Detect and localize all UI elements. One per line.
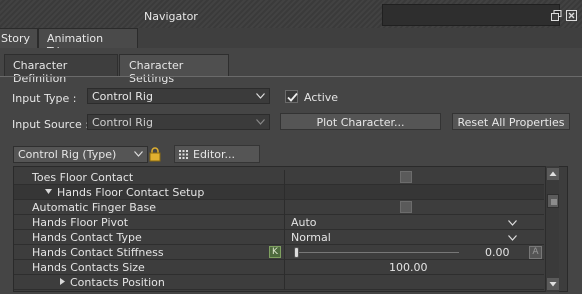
automatic-finger-base-checkbox[interactable] — [400, 201, 412, 213]
property-name: Hands Contacts Size — [32, 261, 145, 274]
tab-character-definition-label: Character Definition — [13, 59, 68, 85]
property-grid-scrollbar[interactable] — [545, 166, 559, 292]
property-row-hands-contact-stiffness[interactable]: Hands Contact Stiffness K 0.00 — [14, 245, 544, 260]
input-source-select[interactable]: Control Rig — [87, 114, 270, 130]
property-group-name: Hands Floor Contact Setup — [57, 186, 205, 199]
editor-button-label: Editor... — [193, 148, 236, 161]
lock-icon[interactable] — [148, 147, 162, 162]
stiffness-slider-thumb[interactable] — [294, 247, 299, 258]
restore-window-icon[interactable] — [550, 9, 562, 21]
contacts-size-value[interactable]: 100.00 — [389, 261, 428, 274]
property-group-hands-floor-contact-setup[interactable]: Hands Floor Contact Setup — [14, 185, 544, 200]
toes-floor-contact-checkbox[interactable] — [400, 171, 412, 183]
editor-button[interactable]: Editor... — [174, 145, 260, 163]
hands-floor-pivot-value[interactable]: Auto — [291, 216, 317, 229]
window-title: Navigator — [144, 10, 198, 23]
property-name: Toes Floor Contact — [32, 171, 134, 184]
scroll-up-button[interactable] — [547, 168, 559, 180]
expand-down-icon[interactable] — [45, 189, 52, 194]
stiffness-slider-track[interactable] — [294, 252, 459, 253]
chevron-up-icon — [549, 171, 557, 176]
column-separator — [284, 275, 285, 290]
title-bar: Navigator — [0, 0, 582, 28]
tab-story-label: Story — [1, 32, 31, 45]
active-label: Active — [304, 91, 339, 104]
tab-divider — [0, 76, 582, 77]
column-separator — [284, 215, 285, 230]
property-name: Hands Contact Stiffness — [32, 246, 164, 259]
chevron-down-icon — [549, 282, 557, 287]
property-group-name: Contacts Position — [70, 276, 165, 289]
type-select-value: Control Rig (Type) — [18, 148, 117, 161]
reset-all-properties-button[interactable]: Reset All Properties — [452, 113, 570, 130]
input-type-select[interactable]: Control Rig — [87, 88, 270, 104]
property-row-automatic-finger-base[interactable]: Automatic Finger Base — [14, 200, 544, 215]
check-icon — [287, 92, 298, 102]
tab-character-definition[interactable]: Character Definition — [4, 54, 118, 85]
close-icon[interactable] — [565, 9, 577, 21]
property-name: Hands Floor Pivot — [32, 216, 129, 229]
tab-character-settings[interactable]: Character Settings — [119, 54, 229, 85]
input-type-label: Input Type : — [12, 92, 77, 105]
column-separator — [284, 185, 285, 200]
type-select[interactable]: Control Rig (Type) — [13, 146, 148, 163]
property-row-toes-floor-contact[interactable]: Toes Floor Contact — [14, 170, 544, 185]
chevron-down-icon[interactable] — [508, 235, 517, 241]
property-grid: Toes Floor Contact Hands Floor Contact S… — [13, 166, 568, 292]
clipped-row — [14, 166, 544, 167]
property-name: Hands Contact Type — [32, 231, 142, 244]
chevron-down-icon[interactable] — [508, 220, 517, 226]
property-name: Automatic Finger Base — [32, 201, 157, 214]
grip-icon — [551, 199, 557, 205]
column-separator — [284, 230, 285, 245]
keyframe-button[interactable]: K — [269, 246, 281, 258]
hands-contact-type-value[interactable]: Normal — [291, 231, 331, 244]
chevron-down-icon — [134, 151, 143, 157]
editor-icon — [179, 150, 188, 159]
property-group-contacts-position[interactable]: Contacts Position — [14, 275, 544, 290]
property-row-hands-contact-type[interactable]: Hands Contact Type Normal — [14, 230, 544, 245]
property-row-hands-floor-pivot[interactable]: Hands Floor Pivot Auto — [14, 215, 544, 230]
scroll-down-button[interactable] — [547, 278, 559, 290]
chevron-down-icon — [256, 119, 265, 125]
input-source-label: Input Source : — [12, 118, 89, 131]
input-source-value: Control Rig — [92, 116, 153, 129]
stiffness-value[interactable]: 0.00 — [485, 246, 510, 259]
expand-right-icon[interactable] — [60, 278, 65, 285]
column-separator — [284, 170, 285, 185]
title-bar-panel — [382, 4, 560, 26]
tab-animation-trigger[interactable]: Animation Trigger — [38, 28, 138, 58]
column-separator — [284, 245, 285, 260]
input-type-value: Control Rig — [92, 90, 153, 103]
property-row-hands-contacts-size[interactable]: Hands Contacts Size 100.00 — [14, 260, 544, 275]
column-separator — [284, 200, 285, 215]
plot-character-button[interactable]: Plot Character... — [280, 113, 441, 130]
tab-story[interactable]: Story — [0, 28, 38, 48]
column-separator — [284, 260, 285, 275]
chevron-down-icon — [256, 93, 265, 99]
scroll-thumb[interactable] — [547, 194, 559, 208]
active-checkbox[interactable] — [285, 90, 298, 103]
animate-button[interactable]: A — [529, 246, 542, 259]
